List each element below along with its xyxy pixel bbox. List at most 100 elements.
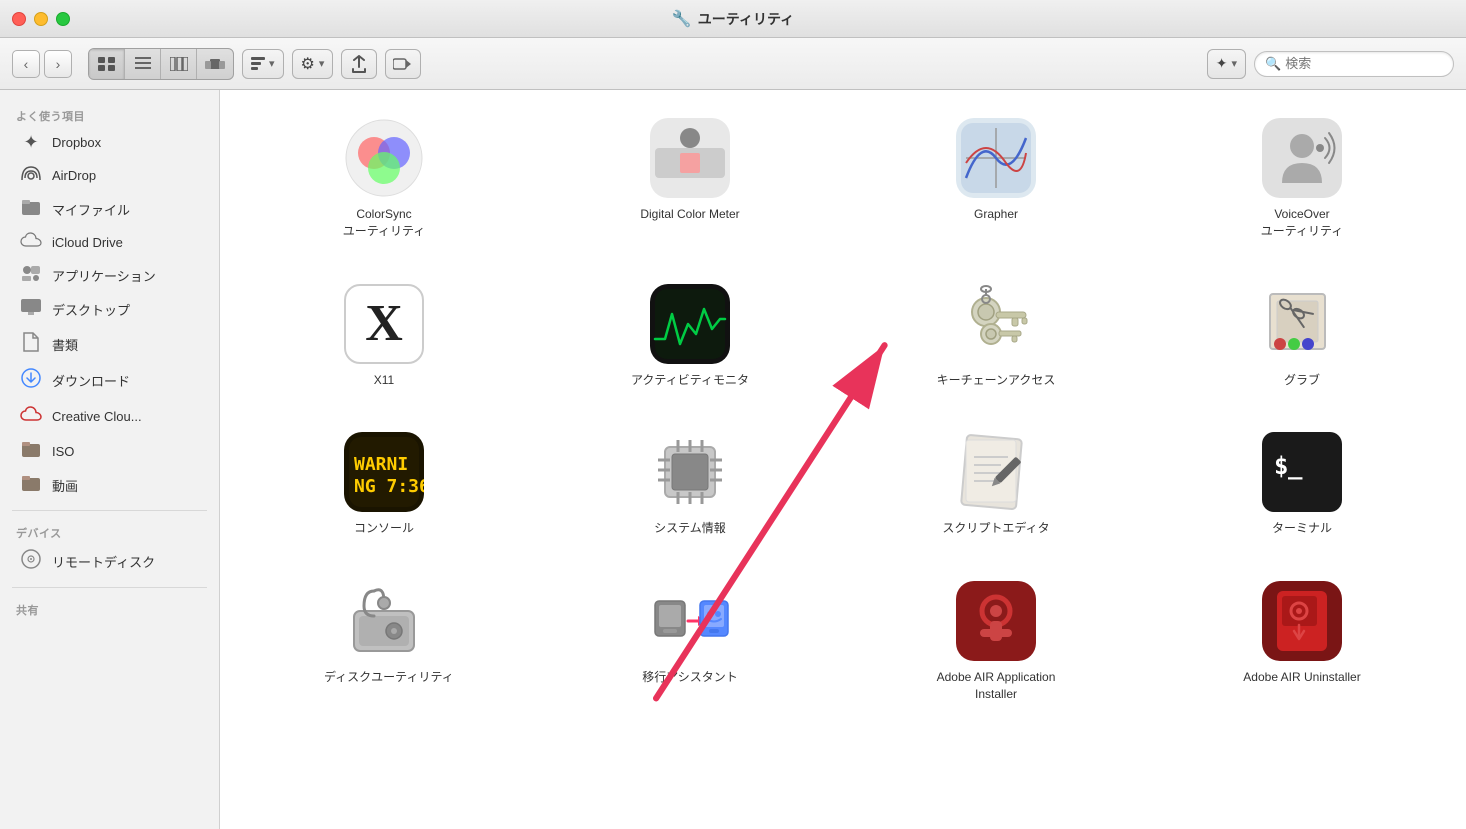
maximize-button[interactable]: [56, 12, 70, 26]
grid-item-activity[interactable]: アクティビティモニタ: [542, 272, 838, 401]
desktop-label: デスクトップ: [52, 300, 130, 319]
file-grid: ColorSync ユーティリティ Digital Color Meter: [220, 90, 1466, 829]
toolbar: ‹ › ▾ ⚙ ▾ ✦ ▾ 🔍: [0, 38, 1466, 90]
devices-section-title: デバイス: [0, 519, 219, 543]
search-icon: 🔍: [1265, 56, 1281, 72]
main-container: よく使う項目 ✦ Dropbox AirDrop マイファイル iCloud D…: [0, 90, 1466, 829]
scriptedit-icon: [956, 432, 1036, 512]
diskutil-icon: [344, 581, 424, 661]
keychain-icon: [956, 284, 1036, 364]
applications-icon: [20, 264, 42, 287]
console-label: コンソール: [354, 520, 414, 537]
documents-label: 書類: [52, 335, 78, 354]
sysinfo-label: システム情報: [654, 520, 726, 537]
grid-item-grapher[interactable]: Grapher: [848, 106, 1144, 252]
creative-label: Creative Clou...: [52, 409, 142, 424]
sysinfo-icon: [650, 432, 730, 512]
x11-icon: X: [344, 284, 424, 364]
grid-item-colorsync[interactable]: ColorSync ユーティリティ: [236, 106, 532, 252]
grid-item-scriptedit[interactable]: スクリプトエディタ: [848, 420, 1144, 549]
sidebar-item-movies[interactable]: 動画: [4, 469, 215, 502]
forward-button[interactable]: ›: [44, 50, 72, 78]
sidebar-divider-2: [12, 587, 207, 588]
adobe-air-install-label: Adobe AIR Application Installer: [936, 669, 1056, 703]
remote-disk-label: リモートディスク: [52, 552, 155, 571]
adobe-air-uninstall-icon: [1262, 581, 1342, 661]
downloads-icon: [20, 368, 42, 393]
grid-item-console[interactable]: WARNI NG 7:36 コンソール: [236, 420, 532, 549]
sidebar-item-creative[interactable]: Creative Clou...: [4, 399, 215, 434]
documents-icon: [20, 332, 42, 357]
view-buttons: [88, 48, 234, 80]
diskutil-label: ディスクユーティリティ: [324, 669, 444, 686]
grid-item-digital-color[interactable]: Digital Color Meter: [542, 106, 838, 252]
movies-icon: [20, 474, 42, 497]
coverflow-view-button[interactable]: [197, 49, 233, 79]
sidebar-item-applications[interactable]: アプリケーション: [4, 259, 215, 292]
sidebar-item-airdrop[interactable]: AirDrop: [4, 159, 215, 192]
sidebar-item-desktop[interactable]: デスクトップ: [4, 293, 215, 326]
grid-item-grab[interactable]: グラブ: [1154, 272, 1450, 401]
sidebar: よく使う項目 ✦ Dropbox AirDrop マイファイル iCloud D…: [0, 90, 220, 829]
grid-item-voiceover[interactable]: VoiceOver ユーティリティ: [1154, 106, 1450, 252]
window-title: 🔧 ユーティリティ: [672, 9, 794, 29]
traffic-lights[interactable]: [12, 12, 70, 26]
grid-item-terminal[interactable]: $ _ ターミナル: [1154, 420, 1450, 549]
x11-label: X11: [374, 372, 394, 389]
tag-button[interactable]: [385, 49, 421, 79]
digital-color-icon: [650, 118, 730, 198]
grid-item-diskutil[interactable]: ディスクユーティリティ: [236, 569, 532, 715]
sidebar-item-downloads[interactable]: ダウンロード: [4, 363, 215, 398]
creative-cloud-icon: [20, 404, 42, 429]
search-box[interactable]: 🔍: [1254, 51, 1454, 77]
sidebar-item-icloud[interactable]: iCloud Drive: [4, 227, 215, 258]
sidebar-item-dropbox[interactable]: ✦ Dropbox: [4, 127, 215, 158]
terminal-icon: $ _: [1262, 432, 1342, 512]
grab-icon: [1262, 284, 1342, 364]
digital-color-label: Digital Color Meter: [640, 206, 739, 223]
activity-label: アクティビティモニタ: [631, 372, 749, 389]
close-button[interactable]: [12, 12, 26, 26]
column-view-button[interactable]: [161, 49, 197, 79]
airdrop-label: AirDrop: [52, 168, 96, 183]
dropbox-button[interactable]: ✦ ▾: [1207, 49, 1246, 79]
dropbox-sidebar-icon: ✦: [20, 132, 42, 153]
grid-item-sysinfo[interactable]: システム情報: [542, 420, 838, 549]
airdrop-icon: [20, 164, 42, 187]
grid-item-migration[interactable]: 移行アシスタント: [542, 569, 838, 715]
sidebar-item-remote-disk[interactable]: リモートディスク: [4, 544, 215, 579]
colorsync-label: ColorSync ユーティリティ: [324, 206, 444, 240]
search-input[interactable]: [1285, 56, 1443, 71]
downloads-label: ダウンロード: [52, 371, 130, 390]
migration-icon: [650, 581, 730, 661]
icon-view-button[interactable]: [89, 49, 125, 79]
grid-item-keychain[interactable]: キーチェーンアクセス: [848, 272, 1144, 401]
title-icon: 🔧: [672, 9, 692, 29]
terminal-label: ターミナル: [1272, 520, 1332, 537]
grid-item-adobe-air-uninstall[interactable]: Adobe AIR Uninstaller: [1154, 569, 1450, 715]
voiceover-icon: [1262, 118, 1342, 198]
grid-item-x11[interactable]: X X11: [236, 272, 532, 401]
title-label: ユーティリティ: [698, 9, 794, 29]
minimize-button[interactable]: [34, 12, 48, 26]
grid-item-adobe-air-install[interactable]: Adobe AIR Application Installer: [848, 569, 1144, 715]
svg-text:WARNI: WARNI: [354, 454, 408, 475]
grapher-label: Grapher: [974, 206, 1018, 223]
sidebar-item-iso[interactable]: ISO: [4, 435, 215, 468]
colorsync-icon: [344, 118, 424, 198]
console-icon: WARNI NG 7:36: [344, 432, 424, 512]
favorites-section-title: よく使う項目: [0, 102, 219, 126]
icloud-label: iCloud Drive: [52, 235, 123, 250]
back-button[interactable]: ‹: [12, 50, 40, 78]
share-button[interactable]: [341, 49, 377, 79]
sidebar-item-myfiles[interactable]: マイファイル: [4, 193, 215, 226]
svg-text:NG 7:36: NG 7:36: [354, 476, 424, 497]
iso-icon: [20, 440, 42, 463]
sidebar-item-documents[interactable]: 書類: [4, 327, 215, 362]
list-view-button[interactable]: [125, 49, 161, 79]
gear-dropdown[interactable]: ⚙ ▾: [292, 49, 334, 79]
desktop-icon: [20, 298, 42, 321]
arrange-dropdown[interactable]: ▾: [242, 49, 284, 79]
remote-disk-icon: [20, 549, 42, 574]
applications-label: アプリケーション: [52, 266, 156, 285]
